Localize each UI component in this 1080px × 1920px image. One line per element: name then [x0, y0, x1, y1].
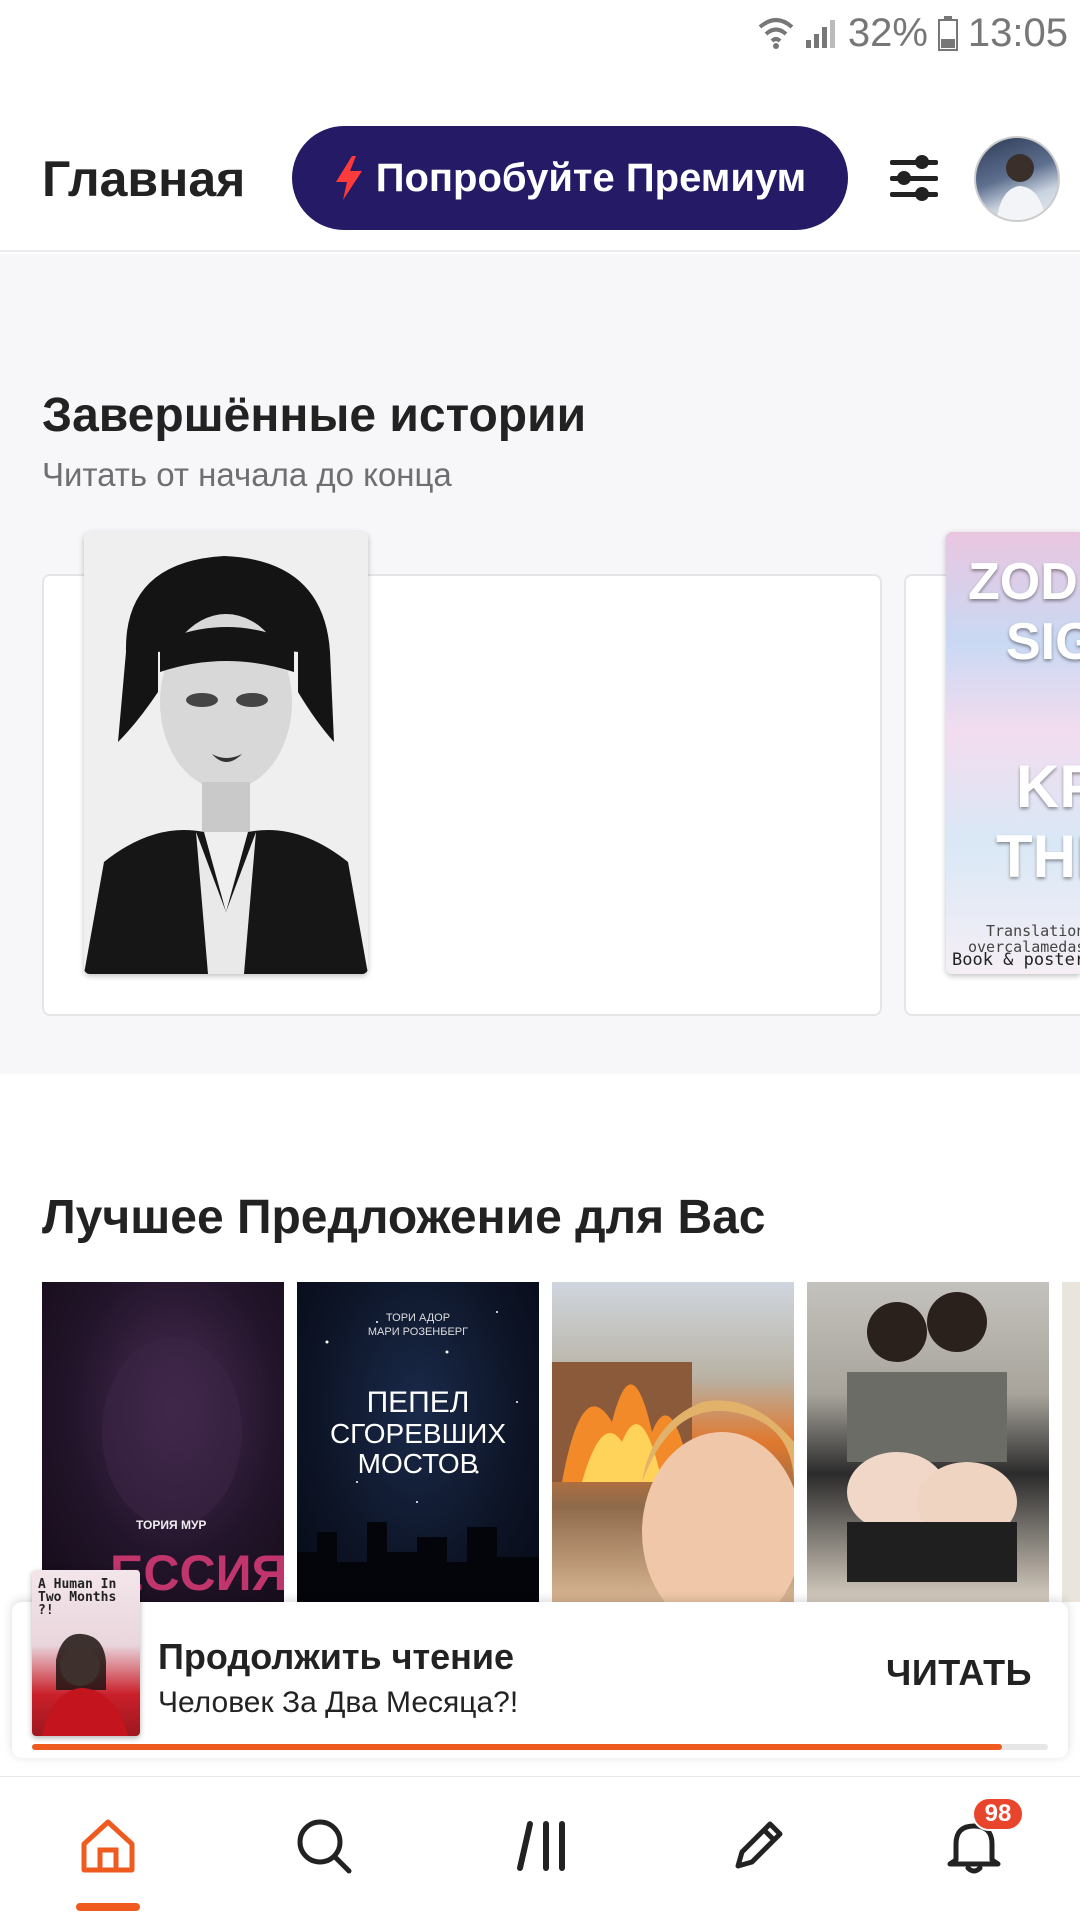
nav-search[interactable] — [264, 1801, 384, 1891]
cover-title: ПЕПЕЛ — [366, 1386, 470, 1419]
completed-section-title: Завершённые истории — [42, 389, 587, 442]
signal-icon — [805, 20, 835, 48]
offer-book-cover[interactable]: ТОРИ АДОР МАРИ РОЗЕНБЕРГ ПЕПЕЛ СГОРЕВШИХ… — [297, 1282, 539, 1602]
cover-author: ТОРИЯ МУР — [136, 1518, 207, 1532]
offer-book-cover[interactable] — [1062, 1282, 1080, 1602]
cover-author: ТОРИ АДОР — [385, 1312, 451, 1324]
reading-progress-track — [32, 1744, 1048, 1750]
read-button[interactable]: ЧИТАТЬ — [886, 1652, 1032, 1694]
battery-percent: 32% — [847, 10, 928, 55]
profile-avatar[interactable] — [974, 136, 1060, 222]
cover-illustration-fire — [552, 1362, 794, 1602]
cover-text: THI — [996, 823, 1080, 890]
cover-illustration-couple — [847, 1292, 1017, 1582]
completed-section-subtitle: Читать от начала до конца — [42, 456, 452, 493]
library-icon — [517, 1821, 565, 1871]
continue-reading-cover[interactable]: A Human In Two Months ?! — [32, 1570, 140, 1736]
home-icon — [81, 1819, 135, 1873]
cover-illustration-woman — [84, 532, 368, 974]
reading-progress-fill — [32, 1744, 1003, 1750]
battery-icon — [937, 16, 958, 51]
cover-title: СГОРЕВШИХ — [329, 1418, 507, 1449]
premium-label: Попробуйте Премиум — [375, 155, 807, 200]
story-cover[interactable] — [84, 532, 368, 974]
cover-text: ZOD — [968, 553, 1078, 611]
offer-book-cover[interactable] — [807, 1282, 1049, 1602]
page-title: Главная — [42, 151, 246, 207]
continue-reading-title: Продолжить чтение — [158, 1636, 515, 1677]
status-bar: 32% 13:05 — [0, 0, 1080, 66]
nav-home[interactable] — [48, 1801, 168, 1891]
search-icon — [297, 1819, 352, 1874]
nav-notifications[interactable]: 98 — [914, 1797, 1034, 1891]
wifi-icon — [758, 18, 794, 49]
cover-title: МОСТОВ — [357, 1448, 479, 1479]
cover-author: МАРИ РОЗЕНБЕРГ — [367, 1326, 469, 1338]
pencil-icon — [735, 1821, 783, 1869]
avatar-image — [996, 154, 1046, 220]
nav-write[interactable] — [698, 1801, 818, 1891]
cover-text: SIG — [1006, 613, 1080, 671]
story-cover[interactable]: ZOD SIG KP THI Translationa overcalameda… — [946, 532, 1080, 974]
offer-book-cover[interactable]: ТОРИЯ МУР ЕССИЯ — [42, 1282, 284, 1602]
filter-settings-button[interactable] — [884, 148, 944, 208]
nav-library[interactable] — [482, 1801, 602, 1891]
sliders-icon — [890, 155, 938, 201]
try-premium-button[interactable]: Попробуйте Премиум — [292, 126, 848, 230]
bottom-navigation: 98 — [0, 1776, 1080, 1920]
clock: 13:05 — [967, 10, 1068, 55]
app-header: Главная Попробуйте Премиум — [0, 66, 1080, 252]
cover-text: A Human In Two Months ?! — [38, 1577, 117, 1618]
continue-reading-bar[interactable]: A Human In Two Months ?! Продолжить чтен… — [12, 1570, 1068, 1758]
notification-count-badge: 98 — [972, 1797, 1024, 1831]
cover-text: KP — [1016, 753, 1080, 820]
offer-book-cover[interactable] — [552, 1282, 794, 1602]
lightning-icon — [335, 156, 362, 200]
cover-text: Book & poster by — [952, 950, 1080, 970]
continue-reading-book-title: Человек За Два Месяца?! — [158, 1686, 519, 1719]
offer-section-title: Лучшее Предложение для Вас — [42, 1191, 766, 1244]
nav-active-indicator — [76, 1903, 140, 1911]
status-icons: 32% 13:05 — [758, 8, 1068, 58]
